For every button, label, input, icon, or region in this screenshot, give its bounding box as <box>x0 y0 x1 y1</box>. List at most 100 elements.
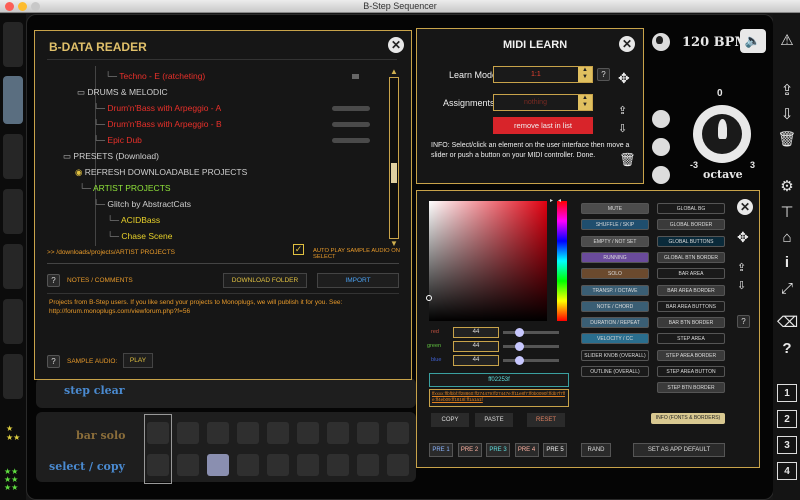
left-slot-button[interactable] <box>3 354 23 399</box>
tree-item[interactable]: ▭ PRESETS (Download) <box>63 151 159 162</box>
color-element-button[interactable]: BAR AREA BUTTONS <box>657 300 725 312</box>
color-element-button[interactable]: VELOCITY / CC <box>581 333 649 345</box>
small-knob-icon[interactable] <box>652 110 670 128</box>
left-slot-button[interactable] <box>3 299 23 344</box>
paste-button[interactable]: PASTE <box>475 413 513 427</box>
trash-icon[interactable]: 🗑 <box>777 131 797 149</box>
step-clear-label[interactable]: step clear <box>64 384 125 397</box>
zoom-window-icon[interactable] <box>31 2 40 11</box>
scheme-code-text[interactable]: ffxxxx:ffbfbbf:ff28860:ff274479:ff27447e… <box>429 389 569 407</box>
minimize-window-icon[interactable] <box>18 2 27 11</box>
tree-item[interactable]: └─ Drum'n'Bass with Arpeggio - A <box>93 103 221 113</box>
color-element-button[interactable]: SOLO <box>581 268 649 280</box>
clipboard-3-icon[interactable]: 3 <box>777 436 797 454</box>
color-element-button[interactable]: SHUFFLE / SKIP <box>581 219 649 231</box>
remove-last-button[interactable]: remove last in list <box>493 117 593 134</box>
help-button[interactable]: ? <box>47 355 60 368</box>
folder-save-icon[interactable]: ⇩ <box>777 106 797 124</box>
load-icon[interactable]: ⇪ <box>737 261 746 274</box>
forum-link[interactable]: http://forum.monoplugs.com/viewforum.php… <box>49 308 190 315</box>
clipboard-1-icon[interactable]: 1 <box>777 384 797 402</box>
copy-button[interactable]: COPY <box>431 413 469 427</box>
tree-item[interactable]: ▭ DRUMS & MELODIC <box>77 87 168 98</box>
volume-slider[interactable] <box>332 138 370 143</box>
info-icon[interactable]: i <box>777 254 797 272</box>
octave-knob[interactable] <box>693 105 751 163</box>
step-button[interactable] <box>207 454 229 476</box>
set-app-default-button[interactable]: SET AS APP DEFAULT <box>633 443 725 457</box>
hue-slider[interactable] <box>557 201 567 321</box>
color-element-button[interactable]: BAR AREA <box>657 268 725 280</box>
color-gradient-picker[interactable] <box>426 201 547 321</box>
save-icon[interactable]: ⇩ <box>618 122 627 135</box>
color-element-button[interactable]: GLOBAL BUTTONS <box>657 235 725 247</box>
color-element-button[interactable]: STEP BTN BORDER <box>657 382 725 394</box>
color-element-button[interactable]: DURATION / REPEAT <box>581 317 649 329</box>
clipboard-4-icon[interactable]: 4 <box>777 462 797 480</box>
step-button[interactable] <box>387 454 409 476</box>
learn-mode-select[interactable]: 1:1 ▲ ▼ <box>493 66 593 83</box>
scrollbar-track[interactable] <box>389 77 399 239</box>
hierarchy-icon[interactable]: ⊤ <box>777 204 797 222</box>
select-copy-label[interactable]: select / copy <box>49 460 125 473</box>
color-element-button[interactable]: STEP AREA BUTTON <box>657 366 725 377</box>
preset-button[interactable]: PRE 4 <box>514 443 539 457</box>
move-icon[interactable]: ✥ <box>737 229 749 246</box>
load-icon[interactable]: ⇪ <box>618 104 627 117</box>
mute-speaker-icon[interactable]: 🔈 <box>740 29 766 53</box>
step-button[interactable] <box>387 422 409 444</box>
random-button[interactable]: RAND <box>581 443 611 457</box>
hex-value-input[interactable]: ff02253f <box>429 373 569 387</box>
bar-solo-label[interactable]: bar solo <box>76 429 126 442</box>
eraser-icon[interactable]: ⌫ <box>777 314 798 332</box>
color-element-button[interactable]: STEP AREA <box>657 333 725 345</box>
warning-icon[interactable]: ⚠ <box>777 32 797 50</box>
left-slot-button-active[interactable] <box>3 76 23 124</box>
trash-icon[interactable]: 🗑 <box>619 152 636 168</box>
info-fonts-button[interactable]: INFO (FONTS & BORDERS) <box>651 413 725 424</box>
step-button[interactable] <box>177 454 199 476</box>
download-folder-button[interactable]: DOWNLOAD FOLDER <box>223 273 307 288</box>
color-element-button[interactable]: GLOBAL BORDER <box>657 219 725 231</box>
step-button[interactable] <box>207 422 229 444</box>
blue-value-input[interactable]: 44 <box>453 355 499 366</box>
step-button[interactable] <box>327 454 349 476</box>
left-slot-button[interactable] <box>3 189 23 234</box>
blue-slider[interactable] <box>503 356 559 365</box>
save-icon[interactable]: ⇩ <box>737 279 746 292</box>
step-button[interactable] <box>297 454 319 476</box>
move-icon[interactable]: ✥ <box>618 70 630 87</box>
green-value-input[interactable]: 44 <box>453 341 499 352</box>
import-button[interactable]: IMPORT <box>317 273 399 288</box>
help-icon[interactable]: ? <box>777 340 797 358</box>
step-button[interactable] <box>357 454 379 476</box>
scrollbar-thumb[interactable] <box>391 163 397 183</box>
preset-button[interactable]: PRE 5 <box>543 443 567 457</box>
step-button[interactable] <box>147 422 169 444</box>
preset-button[interactable]: PRE 3 <box>486 443 510 457</box>
color-element-button[interactable]: BAR BTN BORDER <box>657 317 725 329</box>
close-icon[interactable]: ✕ <box>737 199 753 215</box>
step-button[interactable] <box>267 454 289 476</box>
volume-slider[interactable] <box>332 122 370 127</box>
tree-item[interactable]: ◉ REFRESH DOWNLOADABLE PROJECTS <box>75 167 247 178</box>
color-element-button[interactable]: BAR AREA BORDER <box>657 284 725 296</box>
red-value-input[interactable]: 44 <box>453 327 499 338</box>
step-button[interactable] <box>177 422 199 444</box>
auto-play-checkbox[interactable]: ✓ <box>293 244 304 255</box>
tree-item[interactable]: └─ Techno - E (ratcheting) <box>105 71 205 81</box>
volume-slider[interactable] <box>332 106 370 111</box>
color-element-button[interactable]: STEP AREA BORDER <box>657 349 725 361</box>
step-button[interactable] <box>357 422 379 444</box>
small-knob-icon[interactable] <box>652 166 670 184</box>
tempo-knob-icon[interactable] <box>652 33 670 51</box>
scroll-down-icon[interactable]: ▼ <box>390 239 398 248</box>
color-element-button[interactable]: SLIDER KNOB (OVERALL) <box>581 349 649 361</box>
color-element-button[interactable]: NOTE / CHORD <box>581 300 649 312</box>
tree-item[interactable]: └─ ACIDBass <box>107 215 160 225</box>
tree-item[interactable]: └─ Epic Dub <box>93 135 142 145</box>
red-slider[interactable] <box>503 328 559 337</box>
left-slot-button[interactable] <box>3 244 23 289</box>
preset-button[interactable]: PRE 2 <box>457 443 482 457</box>
tree-item[interactable]: └─ ARTIST PROJECTS <box>79 183 171 193</box>
